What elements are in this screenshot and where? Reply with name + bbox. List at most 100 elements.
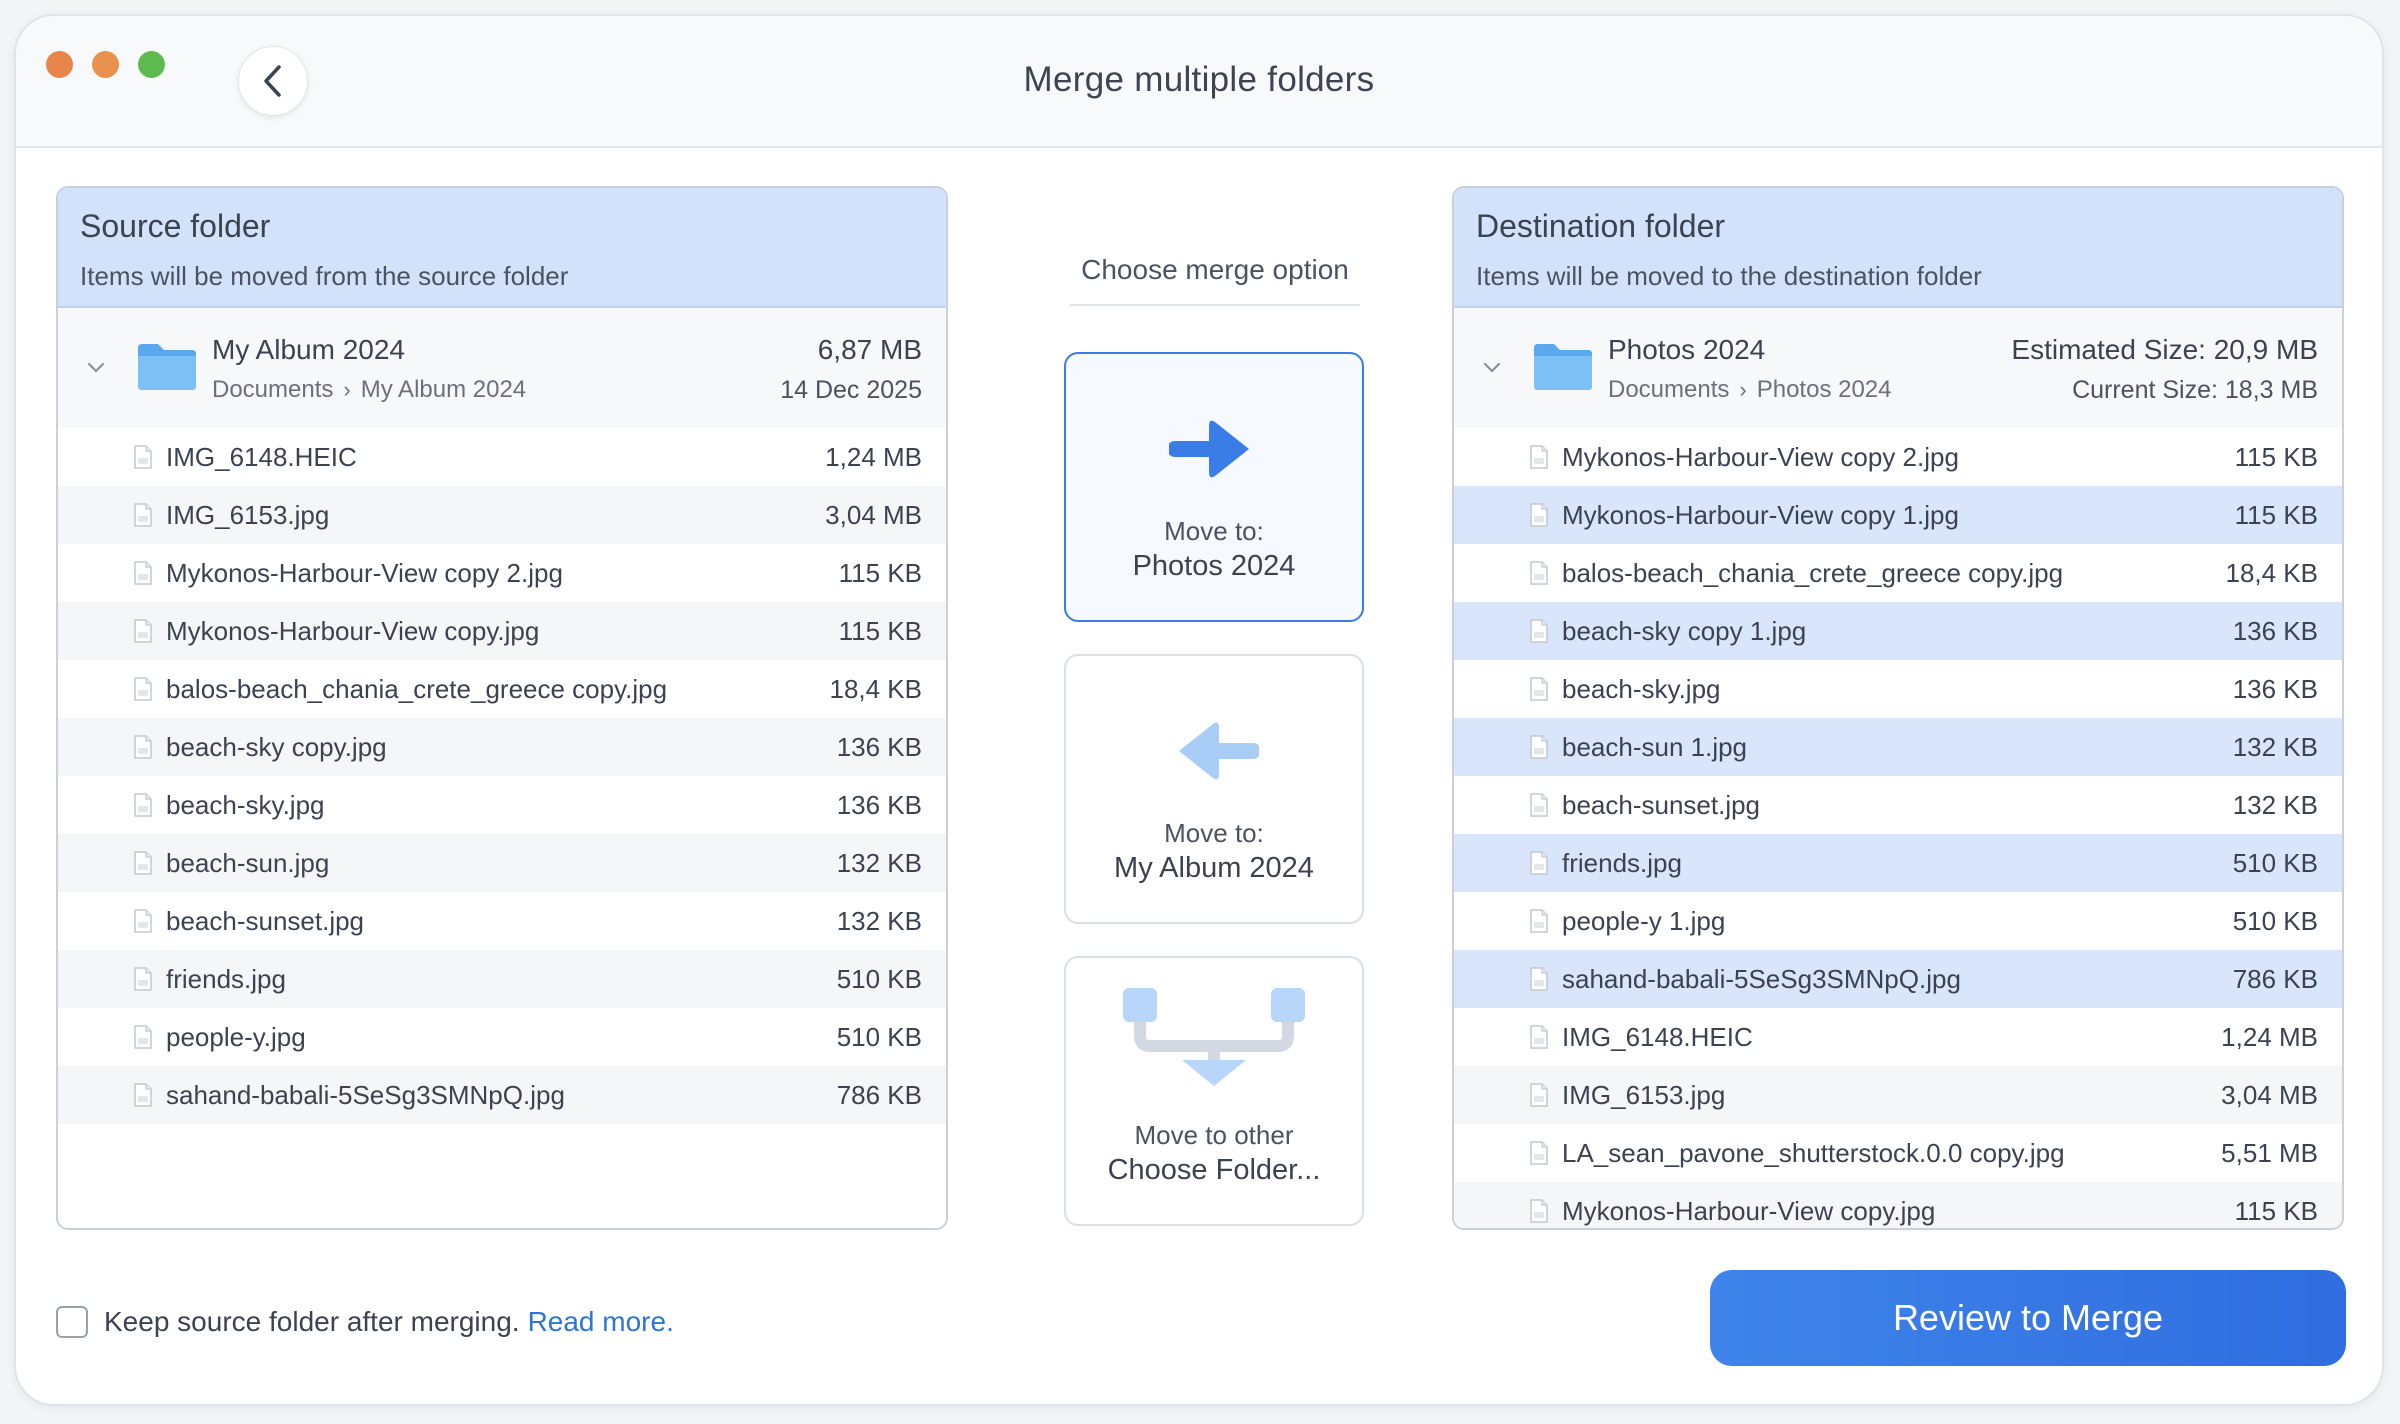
- file-name: Mykonos-Harbour-View copy.jpg: [1562, 1195, 1936, 1226]
- file-row[interactable]: sahand-babali-5SeSg3SMNpQ.jpg 786 KB: [1454, 950, 2342, 1008]
- file-name: IMG_6153.jpg: [1562, 1079, 1726, 1110]
- file-row[interactable]: beach-sun.jpg 132 KB: [58, 834, 946, 892]
- estimated-size: Estimated Size: 20,9 MB: [2011, 334, 2318, 365]
- file-icon: [1530, 561, 1548, 585]
- file-name: beach-sun 1.jpg: [1562, 731, 1748, 762]
- file-size: 132 KB: [836, 847, 922, 878]
- file-icon: [134, 851, 152, 875]
- file-icon: [1530, 1141, 1548, 1165]
- file-icon: [1530, 1083, 1548, 1107]
- breadcrumb: Documents › Photos 2024: [1608, 376, 1892, 404]
- file-row[interactable]: Mykonos-Harbour-View copy 2.jpg 115 KB: [58, 544, 946, 602]
- current-size: Current Size: 18,3 MB: [2072, 376, 2318, 404]
- file-size: 786 KB: [2232, 963, 2318, 994]
- file-icon: [1530, 1025, 1548, 1049]
- file-row[interactable]: IMG_6153.jpg 3,04 MB: [1454, 1066, 2342, 1124]
- file-row[interactable]: Mykonos-Harbour-View copy.jpg 115 KB: [58, 602, 946, 660]
- window-title: Merge multiple folders: [1023, 60, 1375, 99]
- file-row[interactable]: beach-sky copy.jpg 136 KB: [58, 718, 946, 776]
- keep-source-checkbox[interactable]: [56, 1306, 88, 1338]
- file-name: Mykonos-Harbour-View copy 1.jpg: [1562, 499, 1959, 530]
- destination-folder-panel: Destination folder Items will be moved t…: [1452, 186, 2344, 1230]
- file-row[interactable]: friends.jpg 510 KB: [58, 950, 946, 1008]
- file-row[interactable]: beach-sunset.jpg 132 KB: [58, 892, 946, 950]
- file-name: beach-sky copy.jpg: [166, 731, 387, 762]
- source-panel-header: Source folder Items will be moved from t…: [58, 188, 946, 308]
- keep-source-option: Keep source folder after merging. Read m…: [56, 1306, 674, 1338]
- destination-folder-row[interactable]: Photos 2024 Documents › Photos 2024 Esti…: [1454, 308, 2342, 428]
- file-name: Mykonos-Harbour-View copy 2.jpg: [166, 557, 563, 588]
- source-folder-row[interactable]: My Album 2024 Documents › My Album 2024 …: [58, 308, 946, 428]
- file-icon: [134, 445, 152, 469]
- file-size: 510 KB: [836, 963, 922, 994]
- file-row[interactable]: beach-sunset.jpg 132 KB: [1454, 776, 2342, 834]
- file-row[interactable]: beach-sun 1.jpg 132 KB: [1454, 718, 2342, 776]
- source-file-list: IMG_6148.HEIC 1,24 MB IMG_6153.jpg 3,04 MB M…: [58, 428, 946, 1124]
- source-panel-title: Source folder: [80, 208, 271, 244]
- file-name: people-y.jpg: [166, 1021, 306, 1052]
- file-row[interactable]: Mykonos-Harbour-View copy 1.jpg 115 KB: [1454, 486, 2342, 544]
- file-row[interactable]: beach-sky copy 1.jpg 136 KB: [1454, 602, 2342, 660]
- destination-panel-header: Destination folder Items will be moved t…: [1454, 188, 2342, 308]
- file-name: IMG_6148.HEIC: [1562, 1021, 1753, 1052]
- file-row[interactable]: people-y 1.jpg 510 KB: [1454, 892, 2342, 950]
- breadcrumb-item: Documents: [1608, 376, 1730, 403]
- option-line2: My Album 2024: [1114, 852, 1314, 884]
- file-row[interactable]: people-y.jpg 510 KB: [58, 1008, 946, 1066]
- file-icon: [134, 967, 152, 991]
- file-row[interactable]: sahand-babali-5SeSg3SMNpQ.jpg 786 KB: [58, 1066, 946, 1124]
- file-size: 510 KB: [2232, 905, 2318, 936]
- destination-panel-subtitle: Items will be moved to the destination f…: [1476, 261, 1982, 291]
- file-row[interactable]: beach-sky.jpg 136 KB: [58, 776, 946, 834]
- file-icon: [134, 909, 152, 933]
- file-size: 3,04 MB: [825, 499, 922, 530]
- read-more-link[interactable]: Read more.: [528, 1306, 674, 1338]
- option-line1: Move to other: [1134, 1120, 1294, 1150]
- move-to-destination-option[interactable]: Move to: Photos 2024: [1064, 352, 1364, 622]
- file-size: 115 KB: [838, 557, 922, 588]
- file-name: friends.jpg: [1562, 847, 1682, 878]
- option-line1: Move to:: [1164, 818, 1264, 848]
- destination-panel-title: Destination folder: [1476, 208, 1726, 244]
- file-name: IMG_6148.HEIC: [166, 441, 357, 472]
- file-row[interactable]: Mykonos-Harbour-View copy 2.jpg 115 KB: [1454, 428, 2342, 486]
- file-row[interactable]: beach-sky.jpg 136 KB: [1454, 660, 2342, 718]
- file-row[interactable]: balos-beach_chania_crete_greece copy.jpg…: [58, 660, 946, 718]
- breadcrumb-item: My Album 2024: [360, 376, 527, 403]
- destination-folder-name: Photos 2024: [1608, 334, 1766, 365]
- file-size: 115 KB: [2234, 499, 2318, 530]
- file-row[interactable]: IMG_6148.HEIC 1,24 MB: [1454, 1008, 2342, 1066]
- file-row[interactable]: IMG_6148.HEIC 1,24 MB: [58, 428, 946, 486]
- move-to-other-option[interactable]: Move to other Choose Folder...: [1064, 956, 1364, 1226]
- chevron-down-icon[interactable]: [1482, 360, 1502, 374]
- file-row[interactable]: Mykonos-Harbour-View copy.jpg 115 KB: [1454, 1182, 2342, 1228]
- file-icon: [1530, 851, 1548, 875]
- file-row[interactable]: LA_sean_pavone_shutterstock.0.0 copy.jpg…: [1454, 1124, 2342, 1182]
- option-line2: Photos 2024: [1132, 550, 1296, 582]
- keep-source-label: Keep source folder after merging.: [104, 1306, 520, 1337]
- file-size: 136 KB: [836, 789, 922, 820]
- chevron-down-icon[interactable]: [86, 360, 106, 374]
- file-size: 136 KB: [2232, 615, 2318, 646]
- breadcrumb-item: Photos 2024: [1756, 376, 1892, 403]
- file-row[interactable]: balos-beach_chania_crete_greece copy.jpg…: [1454, 544, 2342, 602]
- file-size: 115 KB: [838, 615, 922, 646]
- file-size: 132 KB: [836, 905, 922, 936]
- move-to-source-option[interactable]: Move to: My Album 2024: [1064, 654, 1364, 924]
- file-row[interactable]: friends.jpg 510 KB: [1454, 834, 2342, 892]
- file-name: beach-sun.jpg: [166, 847, 330, 878]
- file-name: Mykonos-Harbour-View copy.jpg: [166, 615, 540, 646]
- file-icon: [1530, 793, 1548, 817]
- file-name: sahand-babali-5SeSg3SMNpQ.jpg: [1562, 963, 1961, 994]
- review-to-merge-button[interactable]: Review to Merge: [1710, 1270, 2346, 1366]
- source-panel-subtitle: Items will be moved from the source fold…: [80, 261, 569, 291]
- file-row[interactable]: IMG_6153.jpg 3,04 MB: [58, 486, 946, 544]
- file-size: 136 KB: [836, 731, 922, 762]
- file-size: 1,24 MB: [2221, 1021, 2318, 1052]
- folder-icon: [138, 344, 196, 390]
- file-size: 132 KB: [2232, 789, 2318, 820]
- destination-file-list: Mykonos-Harbour-View copy 2.jpg 115 KB Myk…: [1454, 428, 2342, 1228]
- file-name: sahand-babali-5SeSg3SMNpQ.jpg: [166, 1079, 565, 1110]
- file-icon: [134, 503, 152, 527]
- source-folder-panel: Source folder Items will be moved from t…: [56, 186, 948, 1230]
